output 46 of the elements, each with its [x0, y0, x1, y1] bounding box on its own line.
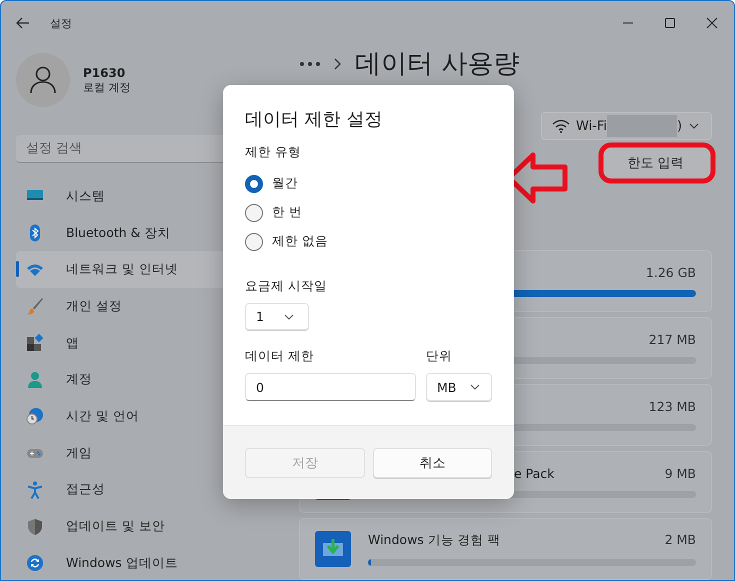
person-icon — [30, 66, 56, 94]
user-name: P1630 — [83, 66, 126, 80]
radio-option[interactable]: 한 번 — [245, 198, 492, 227]
download-icon — [315, 531, 351, 567]
window-title: 설정 — [50, 16, 72, 30]
sync-icon — [26, 554, 44, 572]
selection-indicator — [16, 261, 19, 278]
dialog-title: 데이터 제한 설정 — [245, 108, 384, 131]
dialog-button[interactable]: 취소 — [372, 448, 492, 478]
field-label: 데이터 제한 — [245, 348, 315, 365]
person-icon — [26, 370, 44, 389]
page-title: 데이터 사용량 — [355, 48, 520, 81]
account-type: 로컬 계정 — [83, 80, 130, 94]
caret-icon — [689, 123, 699, 129]
close-icon[interactable] — [706, 17, 718, 29]
usage-amount: 2 MB — [664, 532, 696, 549]
caret-icon — [284, 314, 294, 320]
usage-amount: 9 MB — [664, 466, 696, 481]
limit-input[interactable]: 0 — [245, 373, 416, 401]
caret-icon — [470, 384, 480, 390]
more-icon[interactable] — [299, 60, 321, 66]
usage-amount: 123 MB — [648, 399, 696, 414]
radio-option[interactable]: 월간 — [245, 169, 492, 198]
field-label: 단위 — [426, 348, 453, 365]
network-dropdown[interactable]: Wi-Fi ) — [541, 112, 712, 140]
apps-icon — [26, 334, 44, 352]
app-name: e Pack — [513, 466, 554, 481]
day-dropdown[interactable]: 1 — [245, 303, 309, 330]
unit-dropdown[interactable]: MB — [426, 373, 492, 401]
maximize-icon[interactable] — [664, 17, 676, 29]
brush-icon — [26, 297, 44, 316]
radio-button[interactable] — [245, 204, 263, 222]
chevron-icon — [333, 58, 341, 70]
globe-clock-icon — [26, 407, 44, 426]
accessibility-icon — [26, 480, 44, 499]
nav-item[interactable]: Windows 업데이트 — [16, 544, 276, 580]
usage-amount: 1.26 GB — [646, 265, 696, 280]
usage-amount: 217 MB — [648, 332, 696, 347]
back-icon[interactable] — [16, 17, 30, 29]
nav-item[interactable]: 업데이트 및 보안 — [16, 508, 276, 545]
app-name: Windows 기능 경험 팩 — [368, 532, 501, 549]
radio-button[interactable] — [245, 232, 263, 250]
shield-icon — [26, 518, 44, 536]
radio-button[interactable] — [245, 174, 263, 192]
wifi-icon — [552, 119, 570, 133]
nav-item[interactable]: 시간 및 언어 — [16, 398, 276, 435]
